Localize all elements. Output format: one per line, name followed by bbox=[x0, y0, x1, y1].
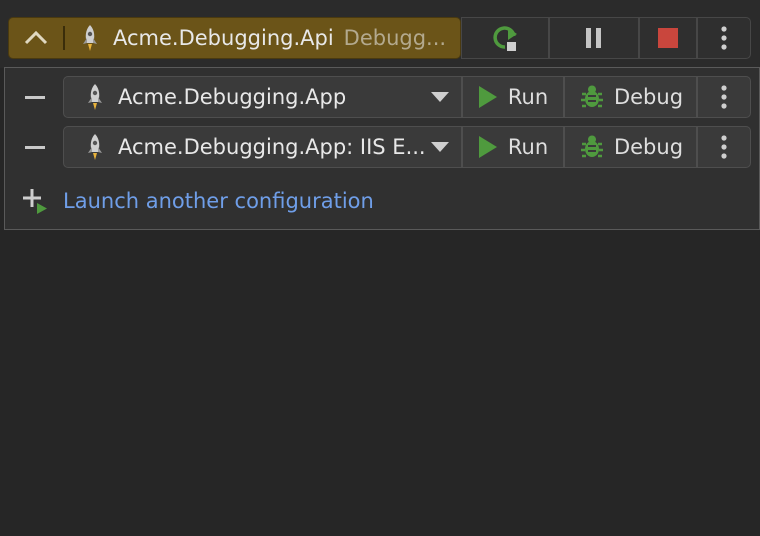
pause-icon bbox=[586, 28, 601, 48]
stop-icon bbox=[658, 28, 678, 48]
bug-icon bbox=[580, 135, 603, 158]
dropdown-arrow-icon bbox=[431, 92, 449, 102]
rocket-icon bbox=[88, 134, 102, 160]
chevron-up-icon bbox=[24, 30, 48, 45]
collapse-button[interactable] bbox=[9, 18, 63, 58]
config-more-button[interactable] bbox=[697, 126, 751, 168]
run-icon bbox=[478, 86, 497, 108]
active-config-name: Acme.Debugging.Api bbox=[113, 26, 334, 50]
divider bbox=[63, 26, 65, 50]
bug-icon bbox=[580, 85, 603, 108]
rocket-icon bbox=[88, 84, 102, 110]
rocket-icon bbox=[83, 25, 97, 51]
run-button[interactable]: Run bbox=[462, 76, 564, 118]
more-vertical-icon bbox=[721, 26, 727, 50]
debug-label: Debug bbox=[613, 85, 684, 109]
more-options-button[interactable] bbox=[697, 17, 751, 59]
dropdown-arrow-icon bbox=[431, 142, 449, 152]
run-button[interactable]: Run bbox=[462, 126, 564, 168]
active-config-status: Debugg... bbox=[343, 26, 447, 50]
launch-another-link[interactable]: Launch another configuration bbox=[63, 189, 374, 213]
run-configurations-popup: Acme.Debugging.App Run Debug Acme.Debugg… bbox=[4, 67, 760, 230]
remove-config-button[interactable] bbox=[19, 126, 51, 168]
config-name: Acme.Debugging.App: IIS E... bbox=[118, 135, 426, 159]
config-more-button[interactable] bbox=[697, 76, 751, 118]
debug-label: Debug bbox=[613, 135, 684, 159]
add-run-icon bbox=[23, 189, 47, 214]
rerun-icon bbox=[493, 26, 517, 51]
config-selector[interactable]: Acme.Debugging.App: IIS E... bbox=[63, 126, 462, 168]
debug-button[interactable]: Debug bbox=[564, 126, 697, 168]
active-run-configuration[interactable]: Acme.Debugging.Api Debugg... bbox=[8, 17, 461, 59]
run-toolbar: Acme.Debugging.Api Debugg... bbox=[0, 0, 760, 68]
more-vertical-icon bbox=[721, 85, 727, 109]
minus-icon bbox=[25, 145, 45, 149]
pause-button[interactable] bbox=[549, 17, 639, 59]
more-vertical-icon bbox=[721, 135, 727, 159]
remove-config-button[interactable] bbox=[19, 76, 51, 118]
minus-icon bbox=[25, 95, 45, 99]
config-name: Acme.Debugging.App bbox=[118, 85, 347, 109]
config-selector[interactable]: Acme.Debugging.App bbox=[63, 76, 462, 118]
run-icon bbox=[478, 136, 497, 158]
debug-button[interactable]: Debug bbox=[564, 76, 697, 118]
rerun-button[interactable] bbox=[461, 17, 549, 59]
stop-button[interactable] bbox=[639, 17, 697, 59]
launch-another-configuration[interactable]: Launch another configuration bbox=[21, 184, 441, 218]
run-label: Run bbox=[507, 135, 549, 159]
run-label: Run bbox=[507, 85, 549, 109]
